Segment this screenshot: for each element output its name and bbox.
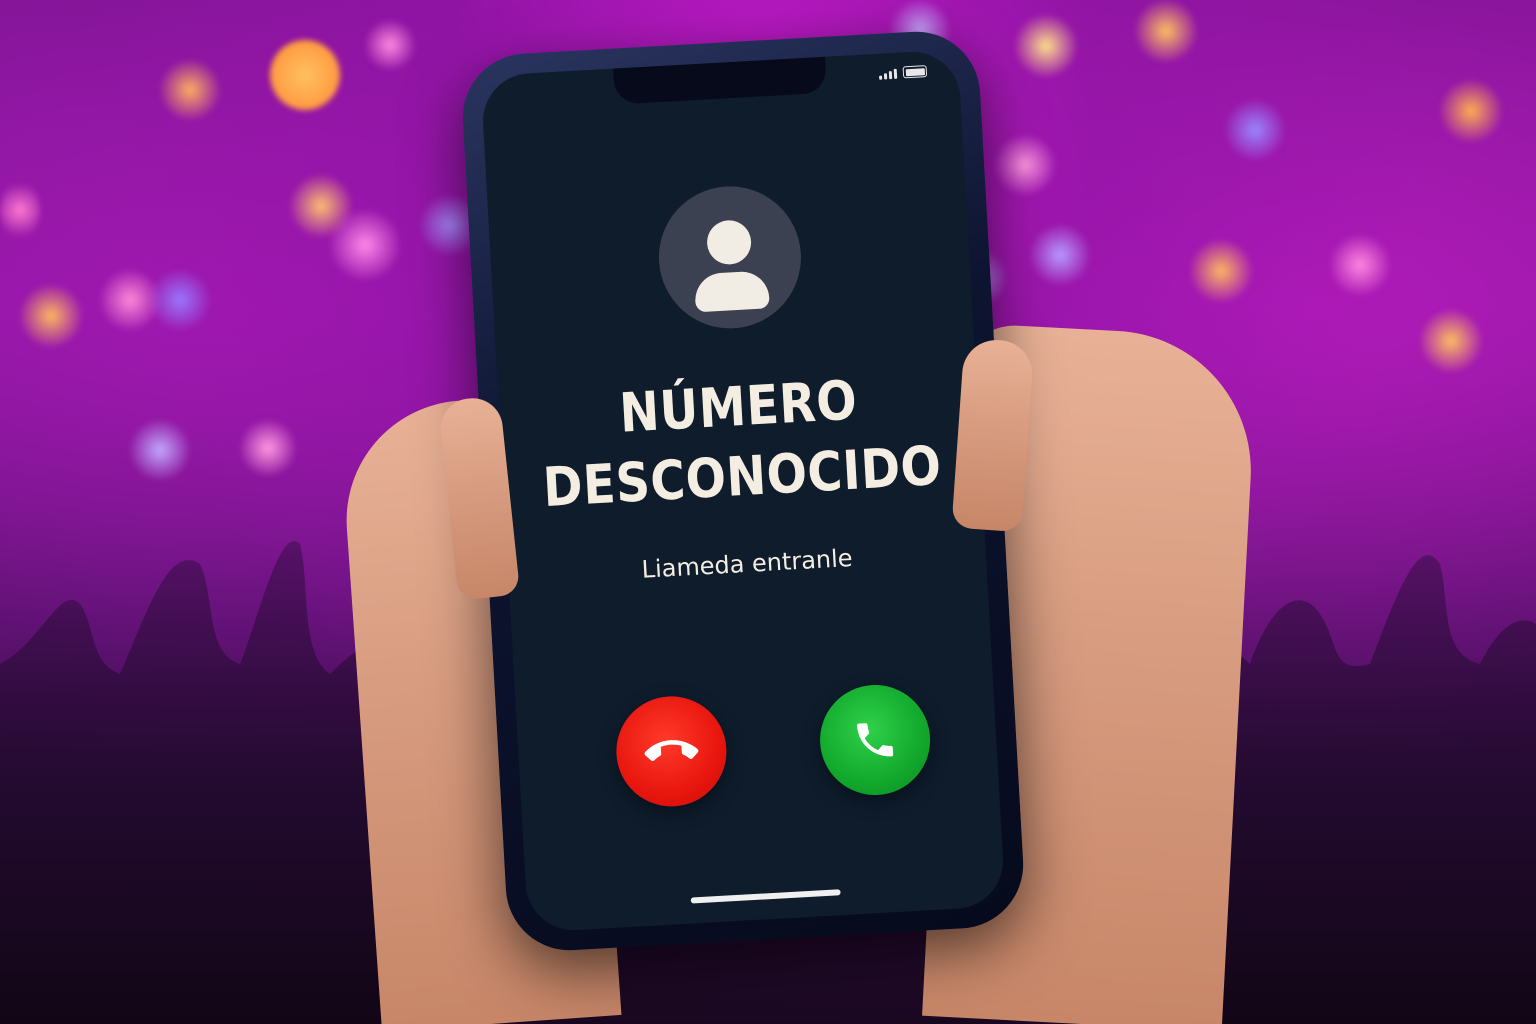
right-thumb [951, 337, 1035, 533]
smartphone: NÚMERO DESCONOCIDO Liameda entranle [459, 28, 1027, 954]
caller-avatar [655, 182, 805, 333]
incoming-call-screen: NÚMERO DESCONOCIDO Liameda entranle [480, 49, 1006, 933]
status-bar [879, 65, 928, 80]
cellular-signal-icon [879, 68, 898, 80]
person-icon [655, 183, 797, 313]
party-scene: NÚMERO DESCONOCIDO Liameda entranle [0, 0, 1536, 1024]
phone-icon [857, 723, 894, 757]
battery-icon [902, 65, 928, 79]
call-status-label: Liameda entranle [640, 544, 854, 584]
caller-name: NÚMERO DESCONOCIDO [526, 360, 954, 523]
notch [613, 56, 827, 105]
home-indicator[interactable] [690, 889, 841, 904]
phone-hangup-icon [644, 740, 699, 762]
accept-call-button[interactable] [817, 682, 934, 798]
decline-call-button[interactable] [613, 693, 730, 810]
